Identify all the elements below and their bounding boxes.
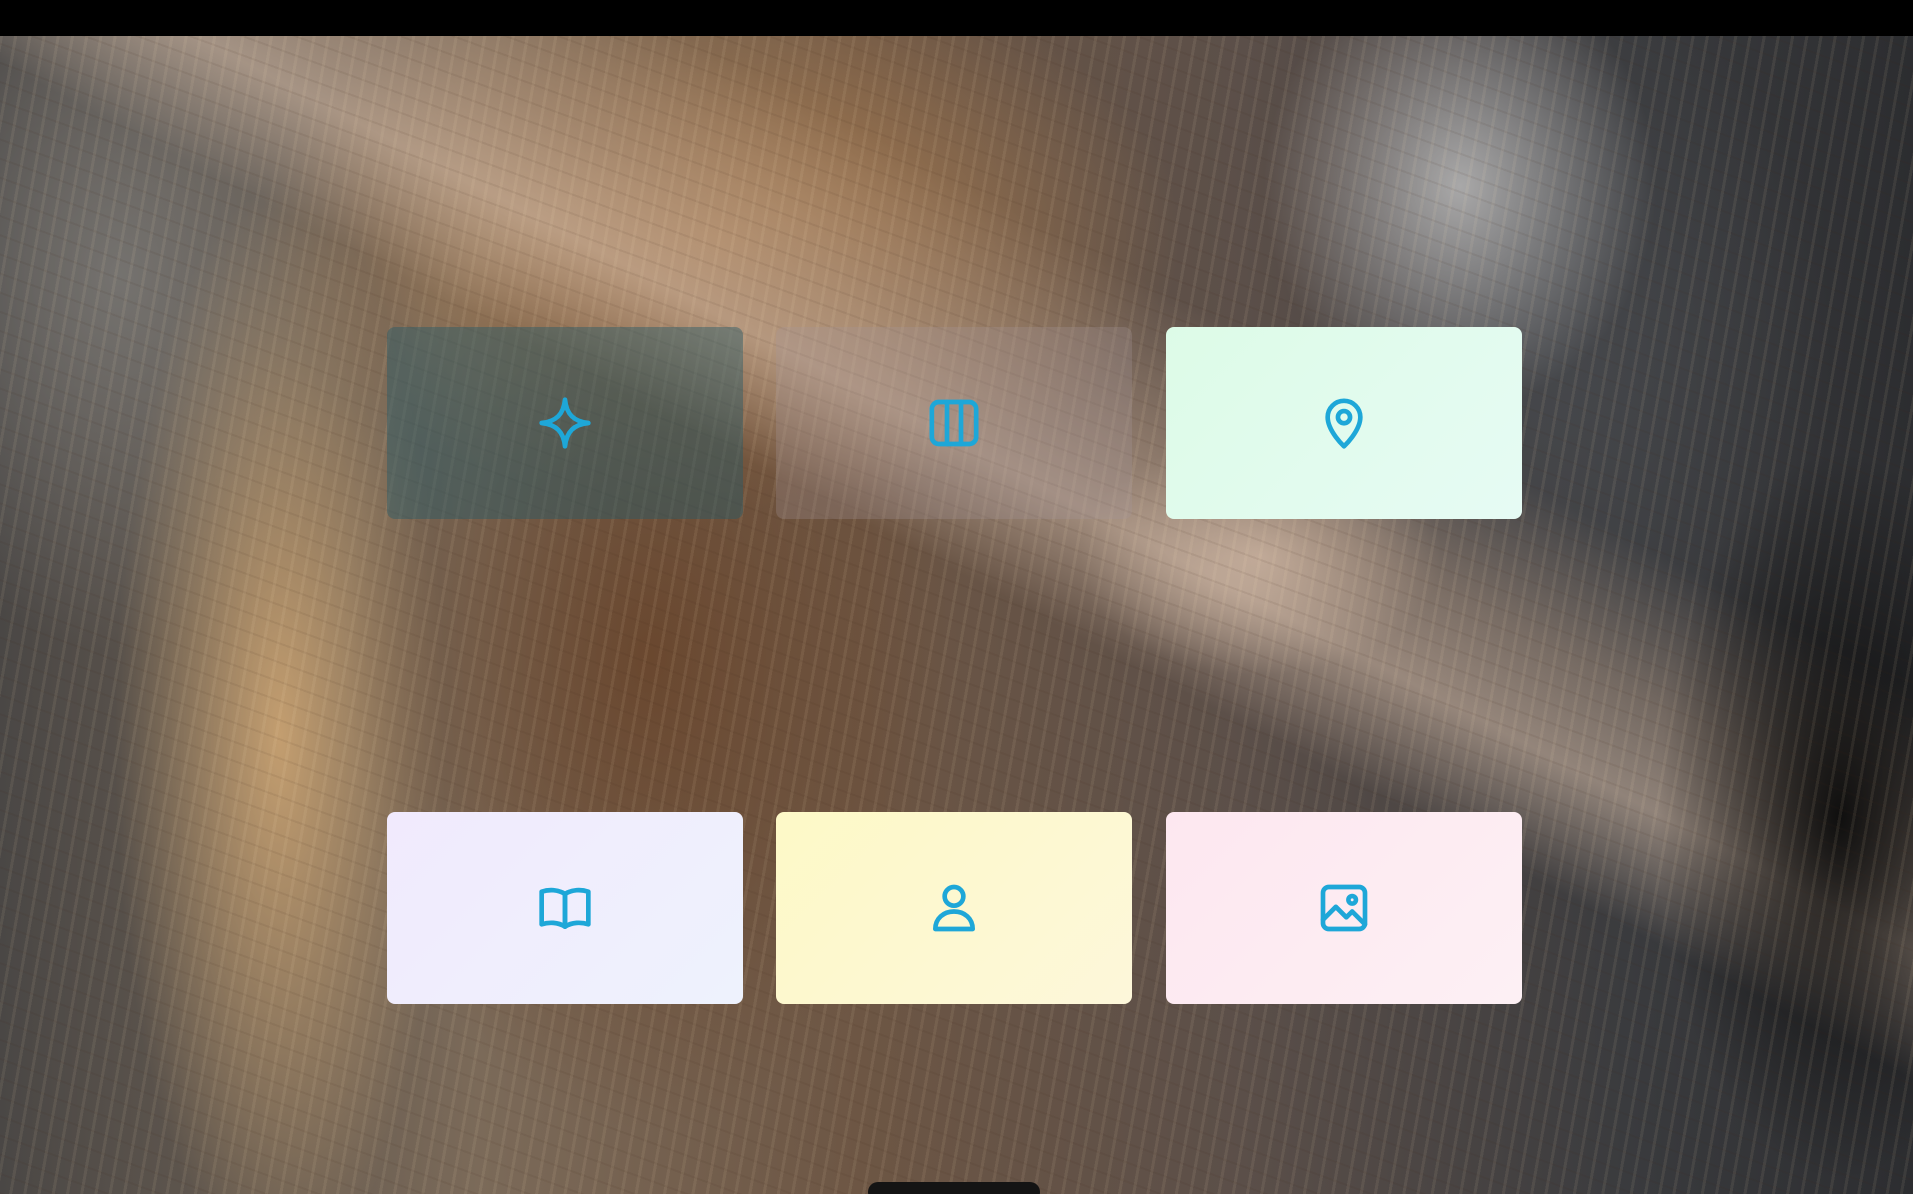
bottom-handle xyxy=(868,1182,1040,1194)
tile-location[interactable] xyxy=(1166,327,1522,519)
book-open-icon xyxy=(535,878,595,938)
screen xyxy=(0,0,1913,1194)
tile-columns[interactable] xyxy=(776,327,1132,519)
tile-image[interactable] xyxy=(1166,812,1522,1004)
map-pin-icon xyxy=(1314,393,1374,453)
columns-icon xyxy=(924,393,984,453)
tile-user[interactable] xyxy=(776,812,1132,1004)
background-photo xyxy=(0,36,1913,1194)
top-bar xyxy=(0,0,1913,36)
sparkle-icon xyxy=(535,393,595,453)
image-icon xyxy=(1314,878,1374,938)
tile-book[interactable] xyxy=(387,812,743,1004)
user-icon xyxy=(924,878,984,938)
tile-sparkle[interactable] xyxy=(387,327,743,519)
